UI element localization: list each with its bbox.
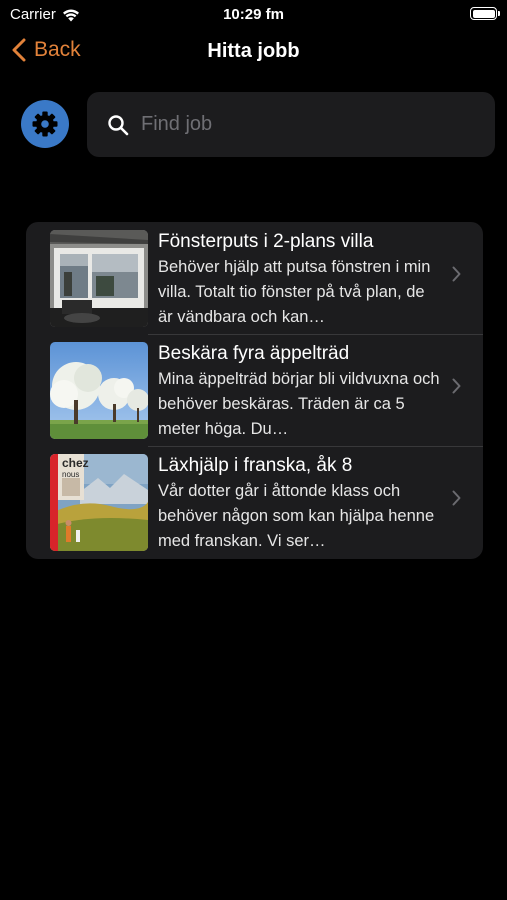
navigation-bar: Back Hitta jobb — [0, 30, 507, 74]
job-title: Läxhjälp i franska, åk 8 — [158, 455, 353, 476]
window-photo — [50, 230, 148, 327]
job-text: Fönsterputs i 2-plans villa Behöver hjäl… — [158, 230, 440, 330]
status-time: 10:29 fm — [223, 6, 284, 23]
book-cover-text-2: nous — [62, 470, 79, 479]
page-title: Hitta jobb — [207, 40, 300, 62]
job-row[interactable]: Fönsterputs i 2-plans villa Behöver hjäl… — [26, 222, 483, 334]
chevron-right-icon — [452, 378, 461, 394]
job-row[interactable]: Beskära fyra äppelträd Mina äppelträd bö… — [26, 334, 483, 446]
screen: Carrier 10:29 fm Back Hitta jobb Find jo… — [0, 0, 507, 900]
gear-icon — [32, 111, 58, 137]
book-cover-text: chez — [62, 456, 89, 470]
job-list: Fönsterputs i 2-plans villa Behöver hjäl… — [26, 222, 483, 559]
chevron-right-icon — [452, 490, 461, 506]
job-title: Beskära fyra äppelträd — [158, 343, 350, 364]
job-description: Mina äppelträd börjar bli vildvuxna och … — [158, 370, 440, 438]
job-thumbnail — [50, 230, 148, 327]
battery-level — [472, 9, 495, 18]
job-description: Vår dotter går i åttonde klass och behöv… — [158, 482, 435, 550]
battery-icon — [470, 7, 500, 20]
job-text: Beskära fyra äppelträd Mina äppelträd bö… — [158, 342, 440, 442]
job-thumbnail: chez nous — [50, 454, 148, 551]
job-row[interactable]: chez nous Läxhjälp i franska, åk 8 Vår d… — [26, 446, 483, 558]
search-icon — [108, 114, 129, 135]
settings-button[interactable] — [21, 100, 69, 148]
status-bar: Carrier 10:29 fm — [0, 0, 507, 30]
search-input[interactable] — [141, 113, 481, 136]
apple-trees-photo — [50, 342, 148, 439]
chevron-right-icon — [452, 266, 461, 282]
search-field[interactable] — [87, 92, 495, 157]
job-description: Behöver hjälp att putsa fönstren i min v… — [158, 258, 431, 326]
job-title: Fönsterputs i 2-plans villa — [158, 231, 374, 252]
french-book-photo: chez nous — [50, 454, 148, 551]
job-text: Läxhjälp i franska, åk 8 Vår dotter går … — [158, 454, 440, 554]
job-thumbnail — [50, 342, 148, 439]
